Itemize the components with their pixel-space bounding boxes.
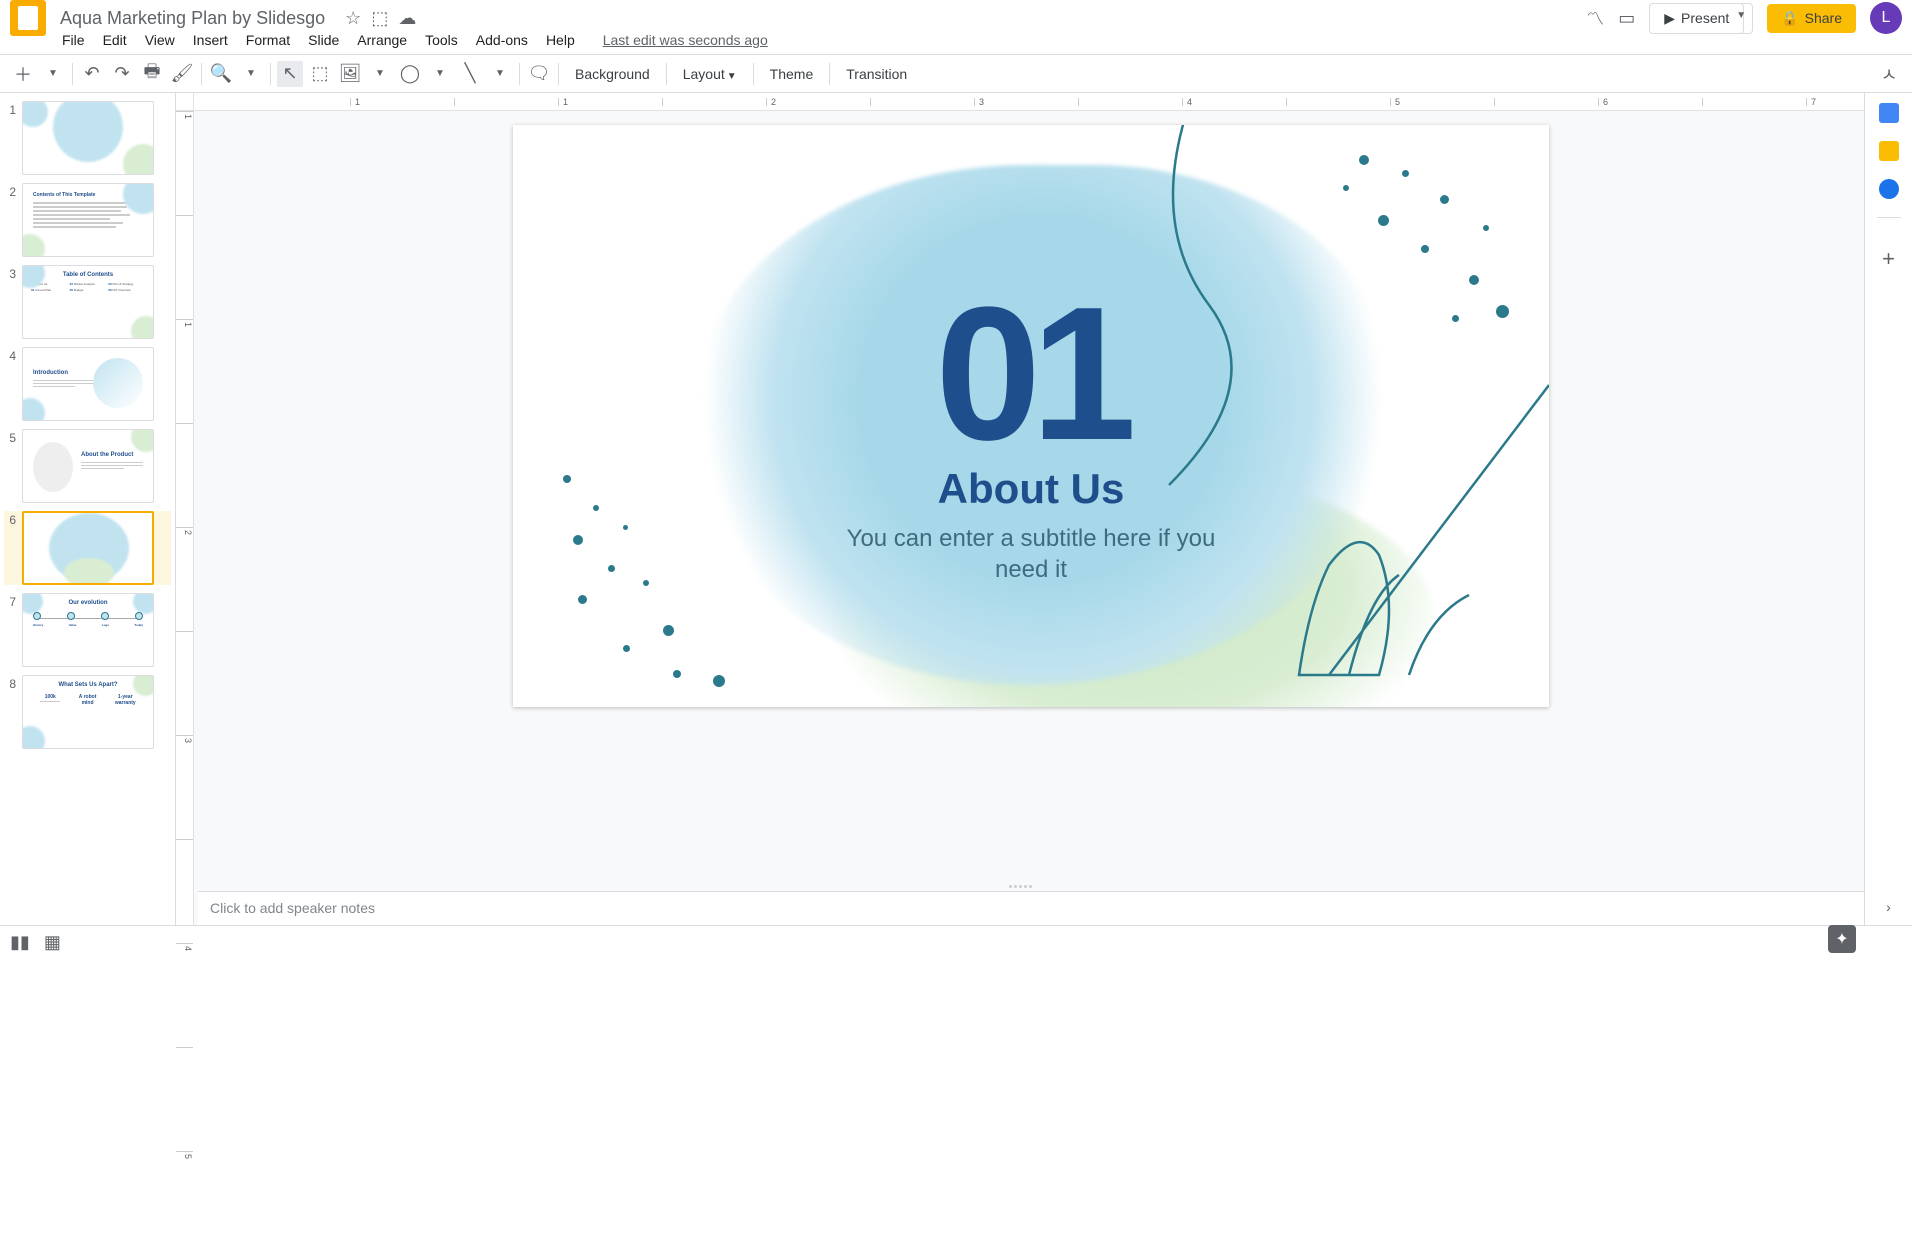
lock-icon: 🔒 <box>1781 10 1798 27</box>
section-number[interactable]: 01 <box>513 265 1549 483</box>
filmstrip[interactable]: 1 Aqua Marketing Plan 2 Contents of This… <box>0 93 176 925</box>
explore-button[interactable]: ✦ <box>1828 925 1856 953</box>
textbox-tool[interactable]: ⬚ <box>307 61 333 87</box>
canvas-area: 1123456789 112345 <box>176 93 1864 925</box>
menu-arrange[interactable]: Arrange <box>357 32 407 48</box>
slide-thumbnail[interactable]: 3 Table of Contents 01 About Us 02 Marke… <box>4 265 171 339</box>
zoom-dropdown-icon[interactable]: ▼ <box>238 61 264 87</box>
sidepanel-collapse-icon[interactable]: › <box>1886 899 1891 915</box>
slide-canvas[interactable]: 01 About Us You can enter a subtitle her… <box>513 125 1549 707</box>
toolbar-collapse-icon[interactable]: ㅅ <box>1876 61 1902 87</box>
cloud-status-icon[interactable]: ☁ <box>398 8 416 29</box>
layout-button[interactable]: Layout▼ <box>673 66 747 82</box>
slide-thumbnail[interactable]: 2 Contents of This Template <box>4 183 171 257</box>
last-edit-link[interactable]: Last edit was seconds ago <box>603 32 768 48</box>
slide-thumbnail[interactable]: 5 About the Product <box>4 429 171 503</box>
shape-tool[interactable]: ◯ <box>397 61 423 87</box>
line-tool[interactable]: ╲ <box>457 61 483 87</box>
view-bar: ▮▮ ▦ ✦ <box>0 925 1912 959</box>
slide-number: 3 <box>4 265 22 281</box>
present-dropdown-icon[interactable]: ▼ <box>1730 3 1753 34</box>
filmstrip-view-icon[interactable]: ▮▮ <box>10 932 30 953</box>
slide-thumbnail[interactable]: 4 Introduction <box>4 347 171 421</box>
slide-number: 7 <box>4 593 22 609</box>
shape-dropdown-icon[interactable]: ▼ <box>427 61 453 87</box>
account-avatar[interactable]: L <box>1870 2 1902 34</box>
menu-file[interactable]: File <box>62 32 85 48</box>
comments-icon[interactable]: ▭ <box>1618 8 1635 29</box>
decoration-dot <box>713 675 725 687</box>
slide-number: 4 <box>4 347 22 363</box>
slide-number: 5 <box>4 429 22 445</box>
comment-button[interactable]: 🗨 <box>526 61 552 87</box>
line-dropdown-icon[interactable]: ▼ <box>487 61 513 87</box>
decoration-dot <box>623 645 630 652</box>
menu-insert[interactable]: Insert <box>193 32 228 48</box>
toolbar: ＋ ▼ ↶ ↷ 🖶 🖌 🔍 ▼ ↖ ⬚ 🖼 ▼ ◯ ▼ ╲ ▼ 🗨 Backgr… <box>0 55 1912 93</box>
speaker-notes[interactable]: Click to add speaker notes <box>198 891 1864 925</box>
slide-number: 1 <box>4 101 22 117</box>
grid-view-icon[interactable]: ▦ <box>44 932 61 953</box>
star-icon[interactable]: ☆ <box>345 8 361 29</box>
zoom-button[interactable]: 🔍 <box>208 61 234 87</box>
workspace: 1 Aqua Marketing Plan 2 Contents of This… <box>0 93 1912 925</box>
side-panel: + › <box>1864 93 1912 925</box>
image-dropdown-icon[interactable]: ▼ <box>367 61 393 87</box>
print-button[interactable]: 🖶 <box>139 61 165 87</box>
calendar-icon[interactable] <box>1879 103 1899 123</box>
background-button[interactable]: Background <box>565 66 660 82</box>
paint-format-button[interactable]: 🖌 <box>169 61 195 87</box>
menu-help[interactable]: Help <box>546 32 575 48</box>
share-button[interactable]: 🔒 Share <box>1767 4 1856 33</box>
share-label: Share <box>1805 10 1842 26</box>
slide-viewport[interactable]: 01 About Us You can enter a subtitle her… <box>198 115 1864 885</box>
title-bar: Aqua Marketing Plan by Slidesgo ☆ ⬚ ☁ 〽 … <box>0 0 1912 28</box>
slide-number: 6 <box>4 511 22 527</box>
tasks-icon[interactable] <box>1879 179 1899 199</box>
slide-thumbnail[interactable]: 8 What Sets Us Apart? 100k A robotmind 1… <box>4 675 171 749</box>
new-slide-button[interactable]: ＋ <box>10 61 36 87</box>
image-tool[interactable]: 🖼 <box>337 61 363 87</box>
redo-button[interactable]: ↷ <box>109 61 135 87</box>
activity-icon[interactable]: 〽 <box>1586 5 1604 31</box>
slide-thumbnail[interactable]: 1 Aqua Marketing Plan <box>4 101 171 175</box>
menu-addons[interactable]: Add-ons <box>476 32 528 48</box>
menu-view[interactable]: View <box>145 32 175 48</box>
decoration-dot <box>663 625 674 636</box>
move-icon[interactable]: ⬚ <box>371 8 388 29</box>
ruler-corner <box>176 93 194 111</box>
decoration-dot <box>673 670 681 678</box>
section-subtitle[interactable]: You can enter a subtitle here if youneed… <box>513 523 1549 585</box>
present-label: Present <box>1681 10 1729 26</box>
slides-logo-icon <box>10 0 46 36</box>
slide-number: 8 <box>4 675 22 691</box>
addons-plus-icon[interactable]: + <box>1882 246 1895 272</box>
keep-icon[interactable] <box>1879 141 1899 161</box>
new-slide-dropdown-icon[interactable]: ▼ <box>40 61 66 87</box>
slide-number: 2 <box>4 183 22 199</box>
vertical-ruler[interactable]: 112345 <box>176 111 194 925</box>
undo-button[interactable]: ↶ <box>79 61 105 87</box>
menu-edit[interactable]: Edit <box>103 32 127 48</box>
menu-tools[interactable]: Tools <box>425 32 458 48</box>
document-title[interactable]: Aqua Marketing Plan by Slidesgo <box>60 8 325 29</box>
slide-thumbnail[interactable]: 7 Our evolution HistoryValueLogoToday <box>4 593 171 667</box>
decoration-dot <box>578 595 587 604</box>
present-icon: ▶ <box>1664 10 1675 27</box>
theme-button[interactable]: Theme <box>760 66 824 82</box>
menu-format[interactable]: Format <box>246 32 290 48</box>
horizontal-ruler[interactable]: 1123456789 <box>194 93 1864 111</box>
section-title[interactable]: About Us <box>513 465 1549 513</box>
transition-button[interactable]: Transition <box>836 66 917 82</box>
select-tool[interactable]: ↖ <box>277 61 303 87</box>
slide-thumbnail[interactable]: 6 01 About Us You can enter a subtitle h… <box>4 511 171 585</box>
menu-slide[interactable]: Slide <box>308 32 339 48</box>
